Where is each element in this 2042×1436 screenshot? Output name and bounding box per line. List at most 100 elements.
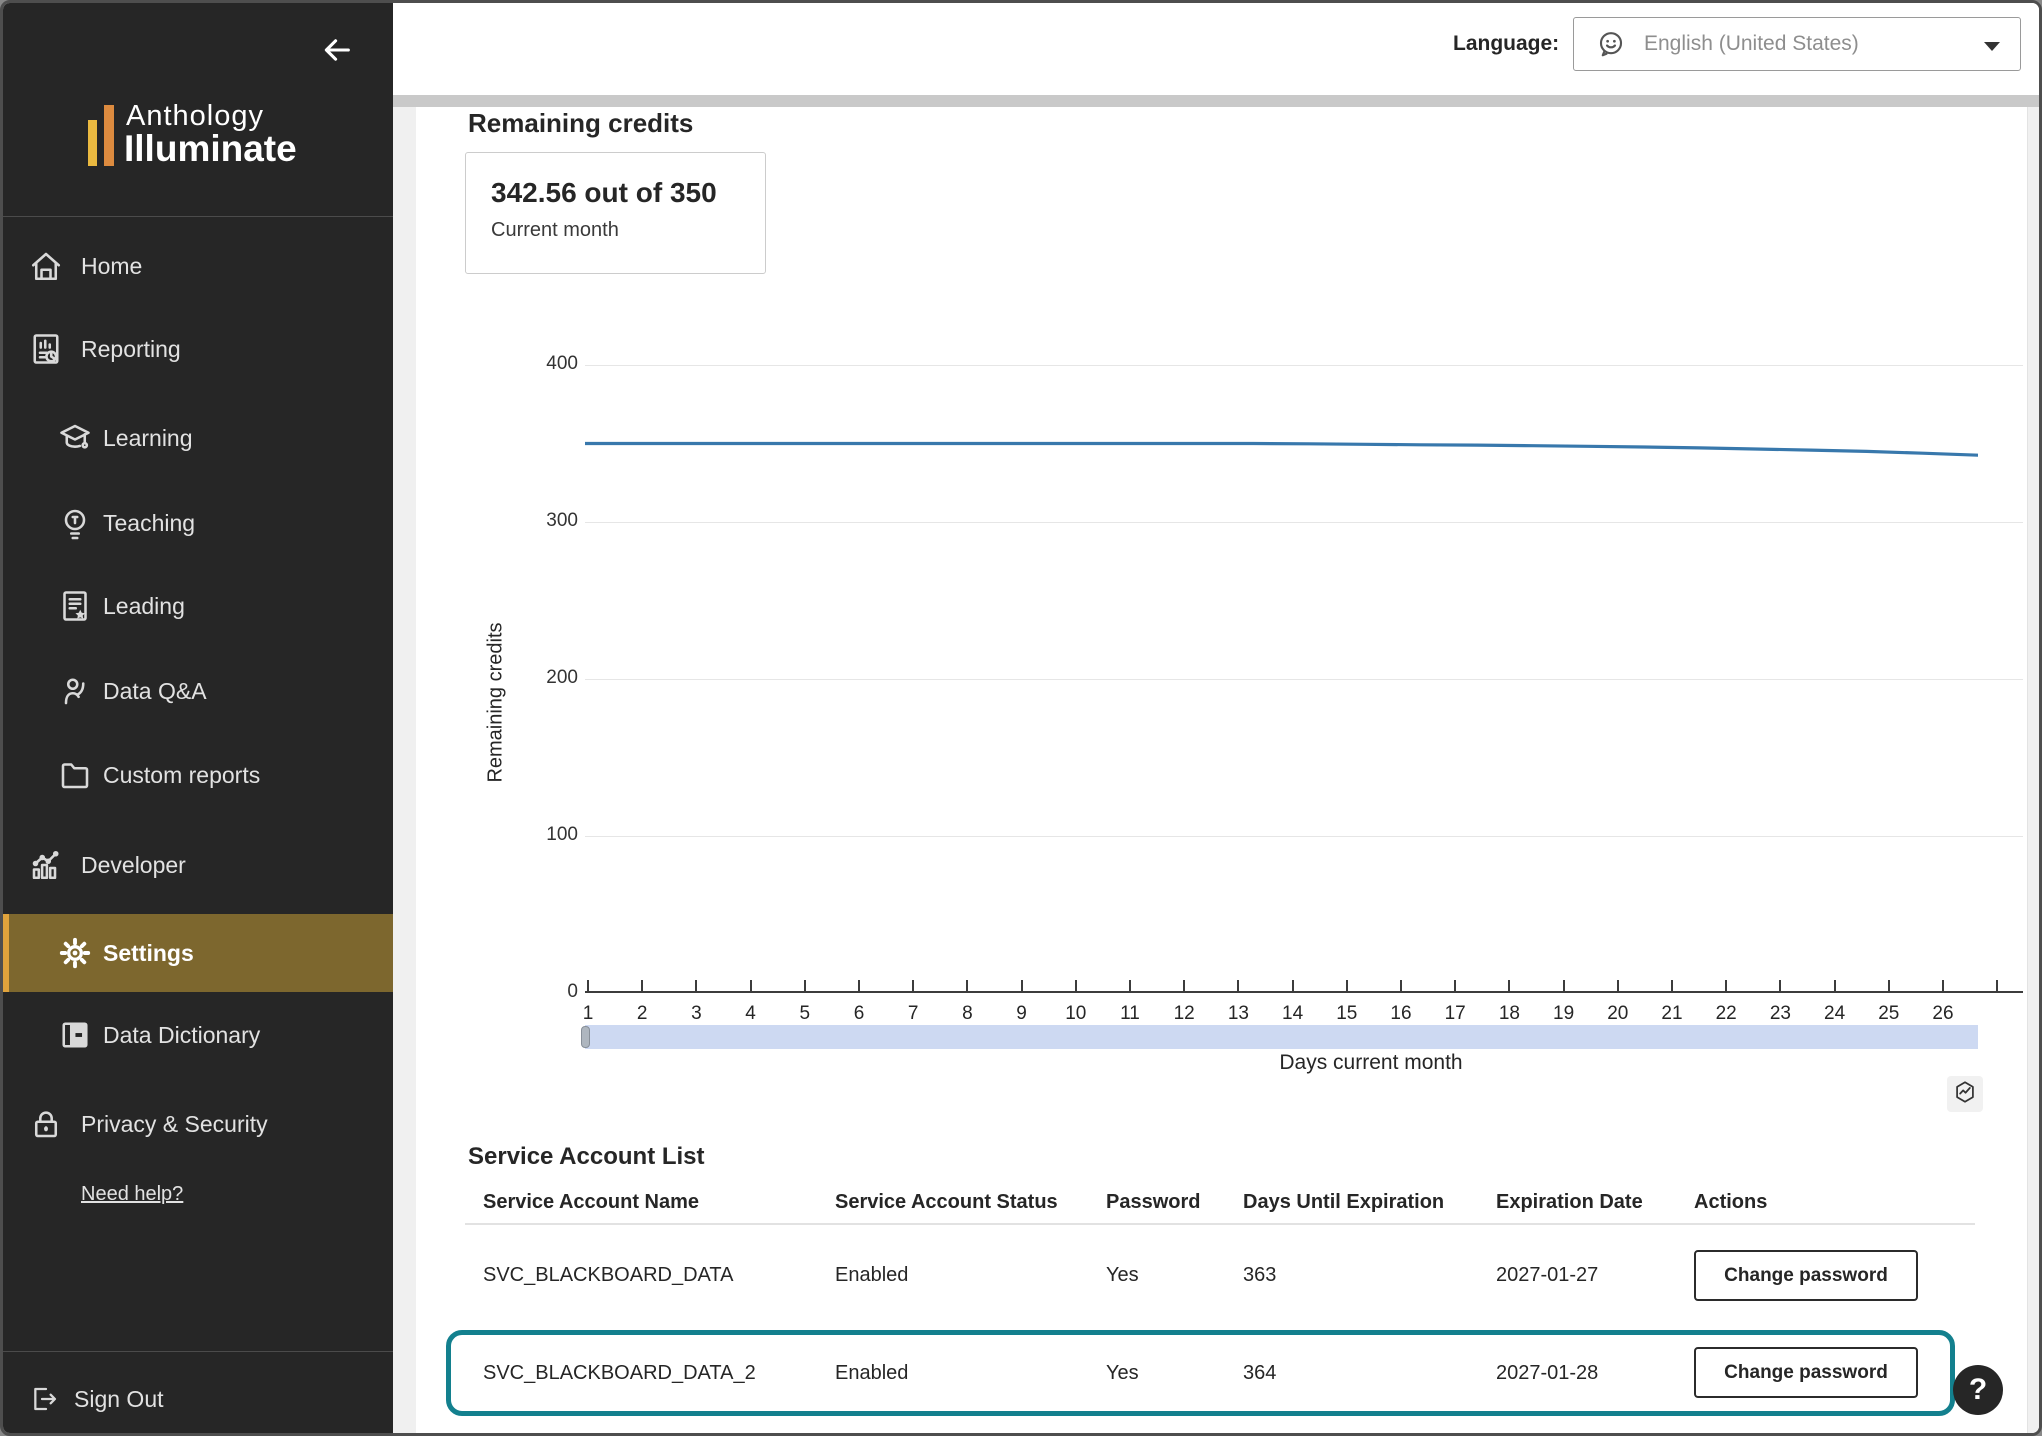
chart-y-tick-label: 100 <box>500 824 578 846</box>
chart-y-axis-title: Remaining credits <box>485 593 508 813</box>
chart-x-tick-mark <box>1779 980 1781 992</box>
chart-x-tick-mark <box>587 980 589 992</box>
language-globe-icon <box>1596 29 1626 59</box>
sidebar-item-reporting[interactable]: Reporting <box>3 310 393 388</box>
chart-x-tick-mark <box>695 980 697 992</box>
sidebar: Anthology Illuminate HomeReportingLearni… <box>3 3 393 1433</box>
chart-x-tick-mark <box>1292 980 1294 992</box>
column-header-service-account-status: Service Account Status <box>835 1191 1058 1214</box>
chart-navigator-band[interactable] <box>585 1025 1978 1049</box>
chart-x-tick-mark <box>1346 980 1348 992</box>
table-cell: Yes <box>1106 1260 1139 1290</box>
chart-x-tick-mark <box>1888 980 1890 992</box>
sidebar-item-settings[interactable]: Settings <box>3 914 393 992</box>
chart-x-tick-label: 20 <box>1596 1003 1640 1025</box>
chart-x-tick-label: 25 <box>1867 1003 1911 1025</box>
column-header-actions: Actions <box>1694 1191 1767 1214</box>
sidebar-item-label: Developer <box>81 852 186 879</box>
vertical-scrollbar[interactable] <box>2027 107 2042 1433</box>
sidebar-item-label: Data Dictionary <box>103 1022 260 1049</box>
chart-x-tick-label: 21 <box>1650 1003 1694 1025</box>
chart-x-tick-mark <box>858 980 860 992</box>
app-window: Anthology Illuminate HomeReportingLearni… <box>0 0 2042 1436</box>
chart-x-tick-mark <box>1942 980 1944 992</box>
chart-x-tick-mark <box>1237 980 1239 992</box>
sidebar-item-developer[interactable]: Developer <box>3 826 393 904</box>
developer-icon <box>28 847 64 883</box>
chart-x-tick-label: 5 <box>783 1003 827 1025</box>
sidebar-item-custom-reports[interactable]: Custom reports <box>3 736 393 814</box>
chart-x-tick-mark <box>1834 980 1836 992</box>
chart-x-tick-label: 16 <box>1379 1003 1423 1025</box>
table-cell: 363 <box>1243 1260 1276 1290</box>
chart-x-tick-label: 19 <box>1542 1003 1586 1025</box>
language-select[interactable]: English (United States) <box>1573 17 2021 71</box>
chart-x-tick-label: 26 <box>1921 1003 1965 1025</box>
chart-navigator-handle[interactable] <box>581 1026 590 1048</box>
column-header-days-until-expiration: Days Until Expiration <box>1243 1191 1444 1214</box>
chart-x-tick-label: 12 <box>1162 1003 1206 1025</box>
sidebar-item-learning[interactable]: Learning <box>3 399 393 477</box>
sidebar-collapse-button[interactable] <box>311 29 363 73</box>
need-help-link[interactable]: Need help? <box>81 1183 183 1206</box>
sidebar-item-teaching[interactable]: Teaching <box>3 484 393 562</box>
chart-x-tick-mark <box>641 980 643 992</box>
chart-context-menu-button[interactable] <box>1947 1076 1983 1112</box>
data-dictionary-icon <box>57 1017 93 1053</box>
column-header-password: Password <box>1106 1191 1200 1214</box>
chart-y-tick-label: 200 <box>500 667 578 689</box>
chart-y-tick-label: 400 <box>500 353 578 375</box>
language-label: Language: <box>1453 32 1559 56</box>
sidebar-item-data-dictionary[interactable]: Data Dictionary <box>3 996 393 1074</box>
chart-x-tick-mark <box>1075 980 1077 992</box>
section-title-service-accounts: Service Account List <box>468 1143 705 1171</box>
sidebar-item-home[interactable]: Home <box>3 227 393 305</box>
sidebar-item-label: Home <box>81 253 142 280</box>
chart-gridline <box>585 365 2023 366</box>
sidebar-item-leading[interactable]: Leading <box>3 567 393 645</box>
logo-bar-yellow <box>88 120 97 166</box>
content-left-gutter <box>393 107 416 1433</box>
chart-x-tick-label: 14 <box>1271 1003 1315 1025</box>
chart-x-tick-mark <box>1183 980 1185 992</box>
table-cell: 2027-01-27 <box>1496 1260 1598 1290</box>
sidebar-item-label: Learning <box>103 425 193 452</box>
chart-x-tick-label: 1 <box>566 1003 610 1025</box>
chart-x-tick-mark <box>1454 980 1456 992</box>
change-password-button[interactable]: Change password <box>1694 1347 1918 1398</box>
chart-x-tick-label: 13 <box>1216 1003 1260 1025</box>
chart-x-axis-line <box>585 991 2023 993</box>
chart-x-tick-mark <box>1671 980 1673 992</box>
remaining-credits-line <box>585 403 1978 483</box>
table-cell: 364 <box>1243 1358 1276 1388</box>
chart-x-tick-mark <box>1563 980 1565 992</box>
chart-x-tick-label: 24 <box>1813 1003 1857 1025</box>
chart-x-tick-label: 10 <box>1054 1003 1098 1025</box>
page-title: Remaining credits <box>468 108 693 139</box>
chart-x-tick-label: 9 <box>1000 1003 1044 1025</box>
help-button[interactable]: ? <box>1953 1365 2003 1415</box>
custom-reports-icon <box>57 757 93 793</box>
change-password-button[interactable]: Change password <box>1694 1250 1918 1301</box>
chart-x-tick-label: 22 <box>1704 1003 1748 1025</box>
sidebar-item-privacy-security[interactable]: Privacy & Security <box>3 1085 393 1163</box>
table-cell: Yes <box>1106 1358 1139 1388</box>
chart-x-tick-label: 11 <box>1108 1003 1152 1025</box>
sidebar-signout-button[interactable]: Sign Out <box>3 1361 393 1436</box>
chart-x-tick-mark <box>1996 980 1998 992</box>
chart-x-tick-mark <box>1725 980 1727 992</box>
chart-gridline <box>585 522 2023 523</box>
sidebar-item-label: Settings <box>103 940 194 967</box>
sidebar-divider <box>3 216 393 217</box>
chart-x-tick-mark <box>1129 980 1131 992</box>
chevron-down-icon <box>1984 42 2000 51</box>
brand-product: Illuminate <box>124 128 297 170</box>
chart-x-tick-mark <box>912 980 914 992</box>
home-icon <box>28 248 64 284</box>
chart-x-tick-label: 23 <box>1758 1003 1802 1025</box>
table-cell: SVC_BLACKBOARD_DATA_2 <box>483 1358 756 1388</box>
settings-icon <box>57 935 93 971</box>
sidebar-item-data-q-a[interactable]: Data Q&A <box>3 652 393 730</box>
sidebar-item-label: Custom reports <box>103 762 260 789</box>
chart-x-tick-mark <box>804 980 806 992</box>
